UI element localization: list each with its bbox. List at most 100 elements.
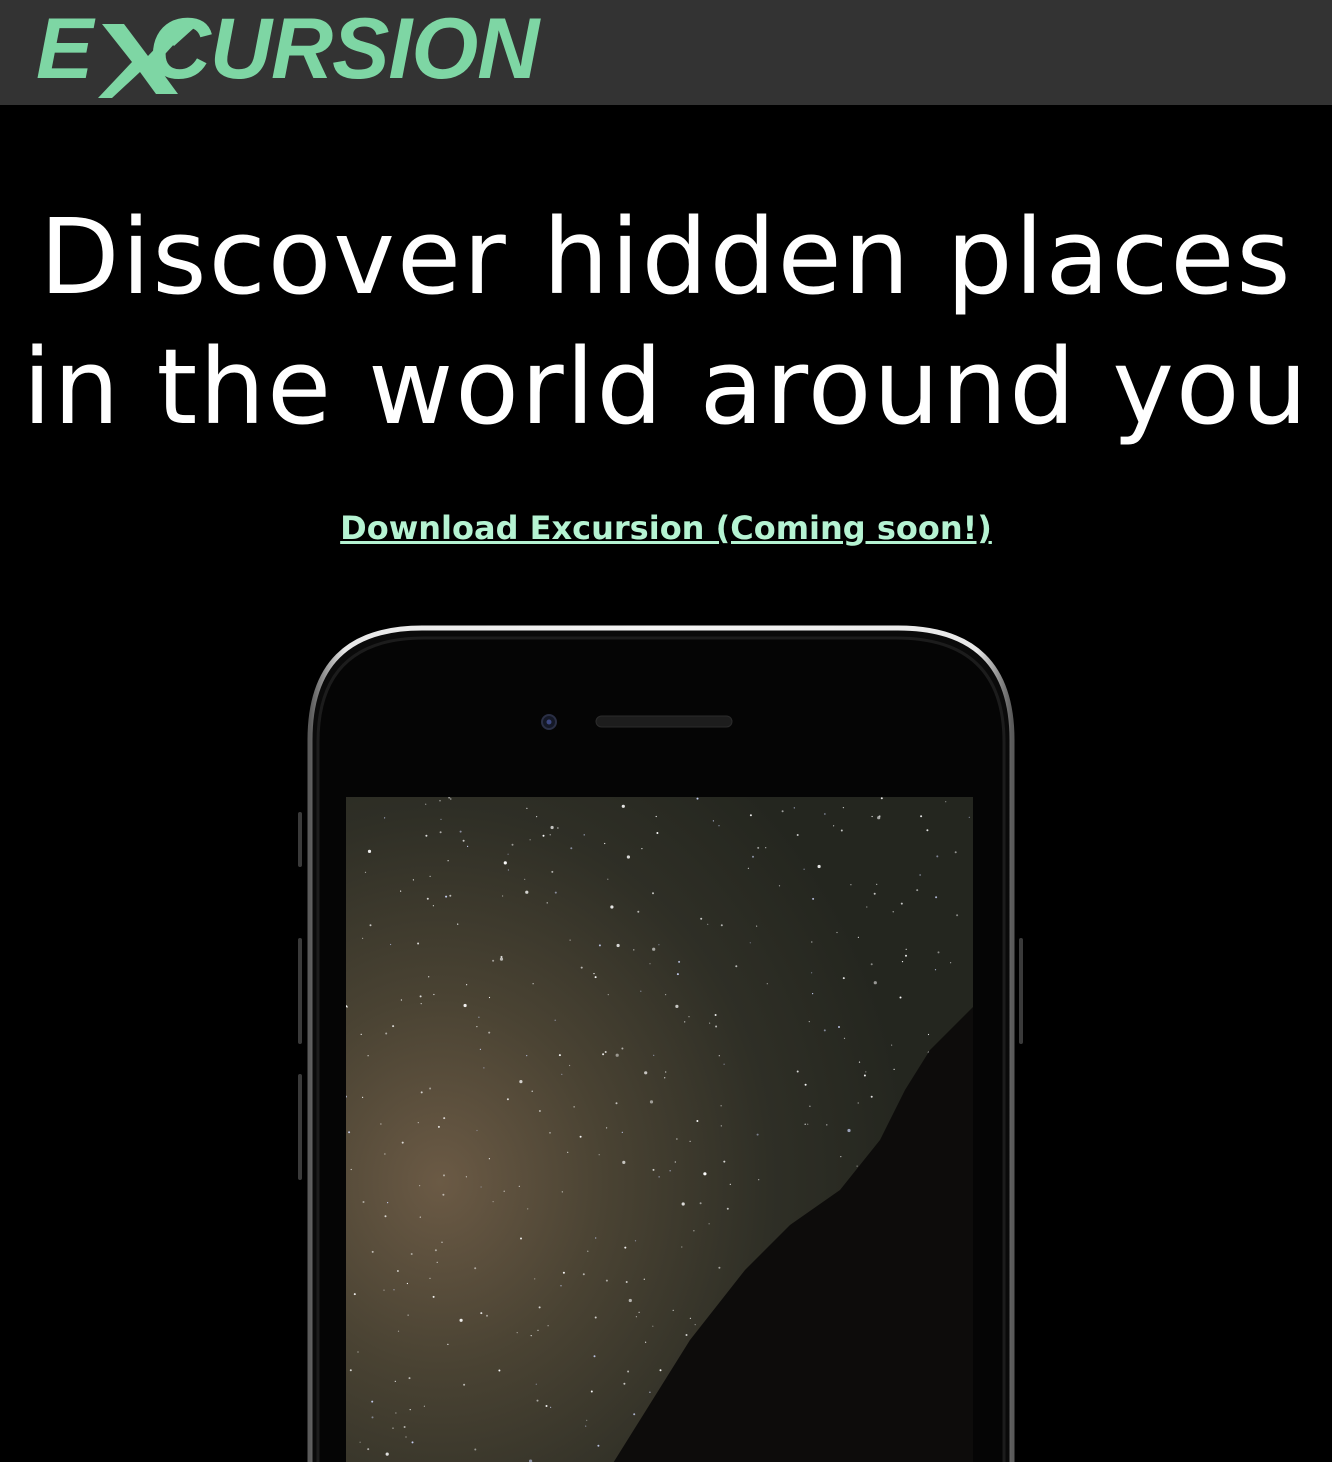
star [607, 994, 609, 996]
star [926, 829, 929, 832]
star [429, 1277, 431, 1279]
star [850, 884, 852, 886]
star [598, 1154, 600, 1156]
earpiece-speaker [595, 715, 733, 728]
star [726, 1207, 729, 1210]
star [656, 832, 659, 834]
star [597, 1444, 600, 1447]
star [652, 947, 656, 951]
star [615, 1102, 618, 1105]
star [419, 1216, 421, 1218]
star [707, 923, 709, 925]
excursion-logo[interactable]: EXCURSION [36, 6, 576, 98]
star [537, 1329, 539, 1331]
star [499, 957, 504, 961]
star [595, 1237, 597, 1239]
star [811, 941, 813, 943]
star [551, 870, 554, 873]
star [781, 810, 784, 813]
star [804, 1123, 806, 1125]
star [549, 834, 551, 836]
star [598, 944, 601, 947]
star [530, 1335, 532, 1337]
star [411, 1441, 414, 1444]
star [644, 1071, 648, 1075]
headline-line-1: Discover hidden places [39, 196, 1293, 318]
star [586, 1419, 588, 1421]
star [796, 834, 799, 836]
star [569, 939, 571, 941]
star [536, 1399, 539, 1402]
star [488, 1158, 490, 1160]
star [387, 1202, 389, 1204]
star [579, 1135, 582, 1138]
star [590, 1390, 593, 1393]
star [476, 1129, 478, 1132]
star [419, 995, 422, 998]
star [856, 1165, 858, 1167]
star [467, 845, 469, 848]
star [634, 1240, 637, 1242]
star [443, 1174, 445, 1177]
star [425, 834, 428, 837]
star [531, 1090, 533, 1092]
star [836, 931, 838, 934]
star [610, 905, 614, 909]
star [645, 1341, 647, 1343]
star [554, 1019, 556, 1021]
star [621, 1131, 623, 1133]
star [507, 853, 509, 855]
star [527, 1208, 529, 1210]
download-link[interactable]: Download Excursion (Coming soon!) [0, 508, 1332, 548]
star [400, 890, 402, 892]
star [865, 1071, 867, 1073]
star [729, 1183, 731, 1185]
star [694, 1324, 696, 1326]
star [426, 897, 429, 900]
star [561, 1073, 563, 1075]
star [480, 1312, 483, 1315]
star [809, 1105, 811, 1107]
star [812, 993, 814, 995]
star [353, 1293, 356, 1296]
star [715, 1025, 718, 1028]
star [385, 1452, 389, 1456]
star [758, 1179, 760, 1181]
star [699, 1202, 702, 1205]
star [407, 1314, 409, 1316]
star [833, 825, 835, 827]
star [506, 1098, 509, 1101]
star [573, 1106, 575, 1108]
star [843, 1037, 846, 1039]
star [445, 895, 448, 898]
star [826, 1124, 828, 1126]
star [371, 1416, 374, 1419]
star [927, 1033, 930, 1036]
star [526, 807, 528, 810]
star [749, 814, 752, 817]
star [380, 1123, 382, 1125]
star [350, 1168, 352, 1171]
star [766, 983, 768, 985]
star [905, 948, 907, 950]
star [870, 963, 873, 966]
star [492, 1201, 494, 1203]
star [570, 847, 573, 850]
star [655, 815, 657, 818]
star [524, 878, 526, 881]
star [807, 1123, 809, 1125]
star [534, 1278, 536, 1280]
star [429, 1087, 432, 1090]
star [718, 1266, 721, 1269]
star [749, 942, 751, 944]
star [708, 1223, 710, 1225]
star [891, 1044, 893, 1046]
star [526, 1055, 528, 1057]
star [622, 1160, 626, 1164]
star [567, 1151, 569, 1153]
star [840, 1156, 842, 1158]
star [935, 896, 938, 899]
star [605, 1279, 608, 1282]
star [486, 1314, 488, 1317]
star [349, 1369, 352, 1372]
